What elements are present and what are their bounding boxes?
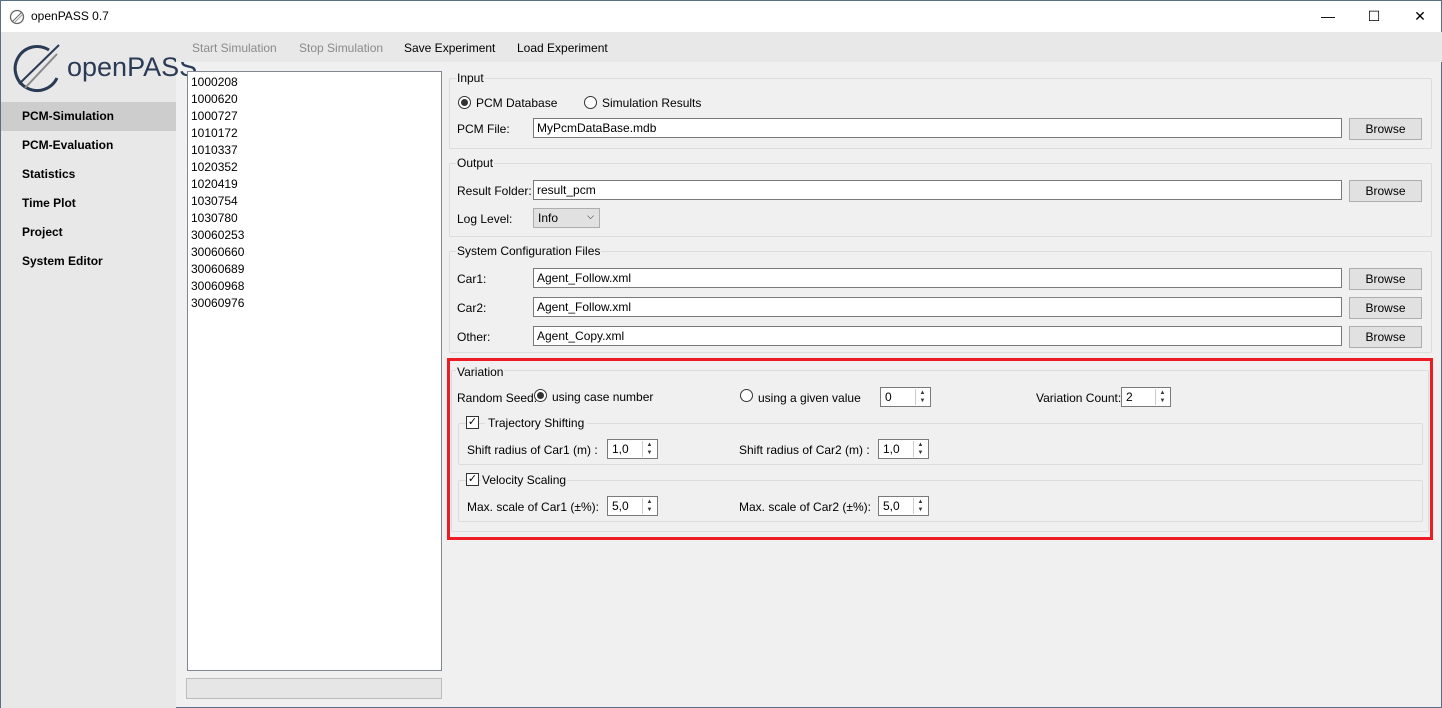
sidebar-item-pcm-simulation[interactable]: PCM-Simulation — [1, 102, 176, 131]
list-item[interactable]: 1000727 — [191, 108, 438, 125]
scale-car2-spinbox[interactable]: 5,0 ▲ ▼ — [878, 496, 929, 516]
case-list[interactable]: 1000208 1000620 1000727 1010172 1010337 … — [187, 71, 442, 671]
velocity-scaling-group — [458, 480, 1423, 522]
variation-group-title: Variation — [456, 365, 505, 379]
maximize-button[interactable]: ☐ — [1351, 1, 1397, 32]
car1-input[interactable]: Agent_Follow.xml — [533, 268, 1342, 288]
list-item[interactable]: 1030780 — [191, 210, 438, 227]
toolbar: Start Simulation Stop Simulation Save Ex… — [176, 32, 1442, 62]
shift-car2-value: 1,0 — [883, 442, 900, 456]
list-item[interactable]: 1020352 — [191, 159, 438, 176]
stop-simulation-button[interactable]: Stop Simulation — [299, 41, 383, 55]
variation-count-value: 2 — [1126, 390, 1133, 404]
pcm-file-browse-button[interactable]: Browse — [1349, 118, 1422, 140]
seed-value-spinbox[interactable]: 0 ▲ ▼ — [880, 387, 931, 407]
spin-arrows-icon[interactable]: ▲ ▼ — [915, 389, 929, 405]
log-level-select[interactable]: Info ⌵ — [533, 208, 600, 228]
list-item[interactable]: 1000208 — [191, 74, 438, 91]
output-group-title: Output — [456, 156, 495, 170]
shift-car2-label: Shift radius of Car2 (m) : — [739, 443, 870, 457]
shift-car2-spinbox[interactable]: 1,0 ▲ ▼ — [878, 439, 929, 459]
scale-car1-label: Max. scale of Car1 (±%): — [467, 500, 599, 514]
trajectory-shifting-checkbox[interactable]: ✓ — [466, 416, 479, 429]
car2-browse-button[interactable]: Browse — [1349, 297, 1422, 319]
simulation-results-label: Simulation Results — [602, 96, 702, 110]
pcm-database-radio[interactable] — [458, 96, 471, 109]
result-folder-browse-button[interactable]: Browse — [1349, 180, 1422, 202]
pcm-file-input[interactable]: MyPcmDataBase.mdb — [533, 118, 1342, 138]
chevron-down-icon: ⌵ — [587, 211, 594, 221]
spin-arrows-icon[interactable]: ▲ ▼ — [642, 498, 656, 514]
log-level-label: Log Level: — [457, 212, 513, 226]
sidebar-item-pcm-evaluation[interactable]: PCM-Evaluation — [1, 131, 176, 160]
load-experiment-button[interactable]: Load Experiment — [517, 41, 608, 55]
scale-car1-spinbox[interactable]: 5,0 ▲ ▼ — [607, 496, 658, 516]
list-item[interactable]: 1030754 — [191, 193, 438, 210]
trajectory-shifting-group — [458, 423, 1423, 465]
log-level-value: Info — [538, 211, 559, 225]
spin-arrows-icon[interactable]: ▲ ▼ — [913, 498, 927, 514]
seed-case-number-radio[interactable] — [534, 389, 547, 402]
system-config-group-title: System Configuration Files — [456, 244, 602, 258]
progress-bar — [186, 678, 442, 699]
list-item[interactable]: 30060976 — [191, 295, 438, 312]
input-group — [449, 78, 1432, 149]
car1-label: Car1: — [457, 272, 487, 286]
shift-car1-label: Shift radius of Car1 (m) : — [467, 443, 598, 457]
list-item[interactable]: 1010337 — [191, 142, 438, 159]
pcm-file-label: PCM File: — [457, 122, 510, 136]
save-experiment-button[interactable]: Save Experiment — [404, 41, 495, 55]
velocity-scaling-label: Velocity Scaling — [481, 473, 568, 487]
shift-car1-value: 1,0 — [612, 442, 629, 456]
title-bar: openPASS 0.7 — ☐ ✕ — [1, 1, 1441, 32]
spin-arrows-icon[interactable]: ▲ ▼ — [913, 441, 927, 457]
car2-input[interactable]: Agent_Follow.xml — [533, 297, 1342, 317]
other-input[interactable]: Agent_Copy.xml — [533, 326, 1342, 346]
random-seed-label: Random Seed: — [457, 391, 538, 405]
sidebar-item-time-plot[interactable]: Time Plot — [1, 189, 176, 218]
simulation-results-radio[interactable] — [584, 96, 597, 109]
seed-value: 0 — [885, 390, 892, 404]
other-browse-button[interactable]: Browse — [1349, 326, 1422, 348]
sidebar: openPASS PCM-Simulation PCM-Evaluation S… — [1, 32, 197, 708]
start-simulation-button[interactable]: Start Simulation — [192, 41, 277, 55]
velocity-scaling-checkbox[interactable]: ✓ — [466, 473, 479, 486]
shift-car1-spinbox[interactable]: 1,0 ▲ ▼ — [607, 439, 658, 459]
other-label: Other: — [457, 330, 491, 344]
scale-car1-value: 5,0 — [612, 499, 629, 513]
car2-label: Car2: — [457, 301, 487, 315]
list-item[interactable]: 30060689 — [191, 261, 438, 278]
window-title: openPASS 0.7 — [31, 9, 109, 23]
car1-browse-button[interactable]: Browse — [1349, 268, 1422, 290]
variation-count-label: Variation Count: — [1036, 391, 1122, 405]
seed-case-number-label: using case number — [552, 390, 654, 404]
sidebar-item-project[interactable]: Project — [1, 218, 176, 247]
spin-arrows-icon[interactable]: ▲ ▼ — [1155, 389, 1169, 405]
list-item[interactable]: 30060968 — [191, 278, 438, 295]
list-item[interactable]: 30060660 — [191, 244, 438, 261]
pcm-database-label: PCM Database — [476, 96, 558, 110]
list-item[interactable]: 1020419 — [191, 176, 438, 193]
trajectory-shifting-label: Trajectory Shifting — [485, 416, 588, 430]
sidebar-item-system-editor[interactable]: System Editor — [1, 247, 176, 276]
sidebar-item-statistics[interactable]: Statistics — [1, 160, 176, 189]
list-item[interactable]: 1010172 — [191, 125, 438, 142]
variation-count-spinbox[interactable]: 2 ▲ ▼ — [1121, 387, 1171, 407]
openpass-logo-icon — [13, 44, 60, 92]
list-item[interactable]: 1000620 — [191, 91, 438, 108]
input-group-title: Input — [456, 71, 485, 85]
result-folder-label: Result Folder: — [457, 184, 532, 198]
scale-car2-label: Max. scale of Car2 (±%): — [739, 500, 871, 514]
scale-car2-value: 5,0 — [883, 499, 900, 513]
logo: openPASS — [9, 40, 197, 96]
minimize-button[interactable]: — — [1305, 1, 1351, 32]
result-folder-input[interactable]: result_pcm — [533, 180, 1342, 200]
list-item[interactable]: 30060253 — [191, 227, 438, 244]
close-button[interactable]: ✕ — [1397, 1, 1442, 32]
seed-given-value-radio[interactable] — [740, 389, 753, 402]
seed-given-value-label: using a given value — [758, 391, 861, 405]
spin-arrows-icon[interactable]: ▲ ▼ — [642, 441, 656, 457]
app-icon — [9, 9, 25, 25]
